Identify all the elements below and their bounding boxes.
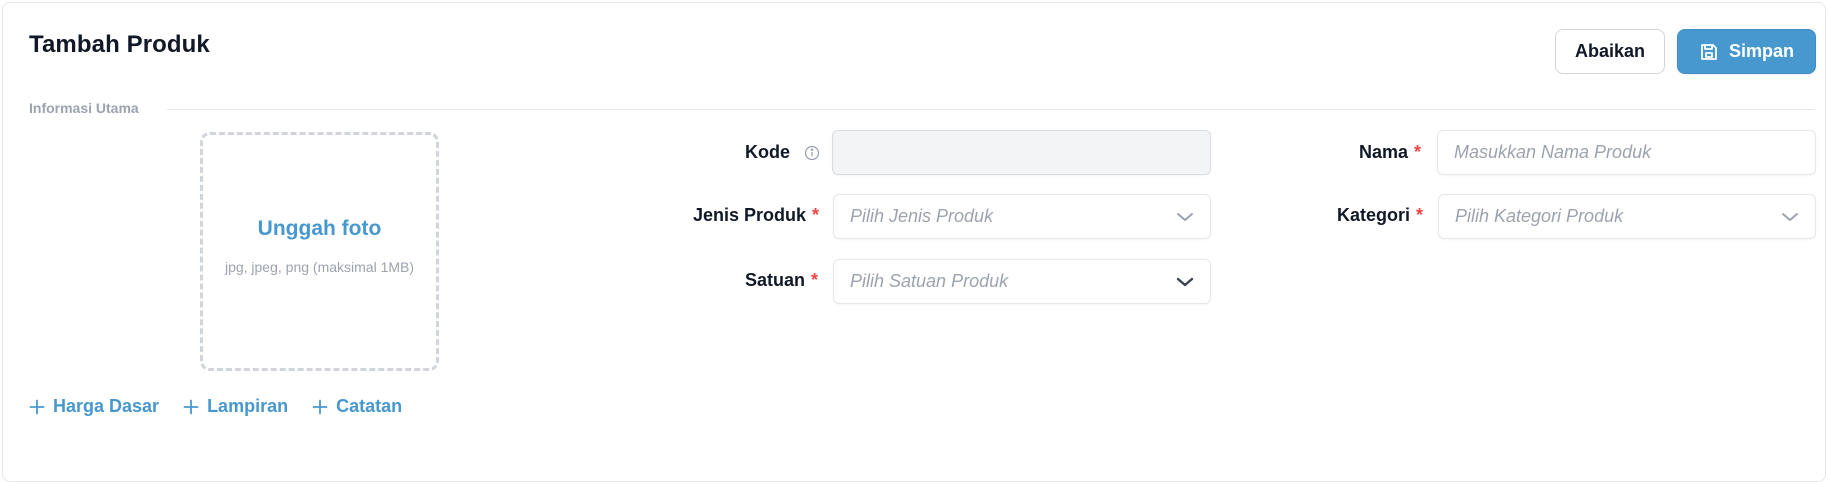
add-harga-dasar-label: Harga Dasar (53, 396, 160, 416)
satuan-placeholder: Pilih Satuan Produk (850, 271, 1009, 291)
save-button-label: Simpan (1728, 41, 1794, 61)
upload-title: Unggah foto (257, 216, 382, 240)
jenis-produk-select[interactable]: Pilih Jenis Produk (833, 194, 1211, 239)
chevron-down-icon (1176, 276, 1194, 288)
satuan-select[interactable]: Pilih Satuan Produk (833, 259, 1211, 304)
form-card: Tambah Produk Abaikan Simpan Informasi U… (2, 2, 1826, 482)
save-button[interactable]: Simpan (1677, 29, 1816, 74)
nama-input[interactable] (1437, 130, 1816, 175)
kode-input[interactable] (832, 130, 1211, 175)
jenis-produk-label-text: Jenis Produk (693, 205, 807, 225)
chevron-down-icon (1176, 211, 1194, 223)
floppy-disk-icon (1699, 42, 1719, 62)
jenis-produk-placeholder: Pilih Jenis Produk (850, 206, 994, 226)
add-lampiran-button[interactable]: Lampiran (183, 396, 288, 417)
required-mark: * (812, 205, 820, 225)
required-mark: * (1414, 142, 1422, 162)
cancel-button-label: Abaikan (1574, 41, 1646, 61)
kategori-label-text: Kategori (1337, 205, 1411, 225)
upload-hint: jpg, jpeg, png (maksimal 1MB) (224, 258, 415, 275)
jenis-produk-label: Jenis Produk * (693, 205, 819, 226)
add-lampiran-label: Lampiran (207, 396, 289, 416)
add-catatan-button[interactable]: Catatan (312, 396, 402, 417)
satuan-label-text: Satuan (745, 270, 806, 290)
kategori-label: Kategori * (1337, 205, 1423, 226)
photo-upload-dropzone[interactable]: Unggah foto jpg, jpeg, png (maksimal 1MB… (200, 132, 439, 371)
page-title: Tambah Produk (29, 31, 210, 58)
kode-label: Kode (745, 142, 820, 163)
info-circle-icon[interactable] (804, 145, 820, 161)
satuan-label: Satuan * (745, 270, 818, 291)
cancel-button[interactable]: Abaikan (1555, 29, 1665, 74)
kode-label-text: Kode (745, 142, 790, 162)
kategori-select[interactable]: Pilih Kategori Produk (1438, 194, 1816, 239)
add-catatan-label: Catatan (336, 396, 403, 416)
chevron-down-icon (1781, 211, 1799, 223)
add-links-row: Harga Dasar Lampiran Catatan (29, 396, 402, 417)
plus-icon (183, 399, 199, 415)
section-divider (167, 109, 1815, 110)
kategori-placeholder: Pilih Kategori Produk (1455, 206, 1624, 226)
required-mark: * (1416, 205, 1424, 225)
plus-icon (312, 399, 328, 415)
nama-label-text: Nama (1359, 142, 1409, 162)
plus-icon (29, 399, 45, 415)
add-harga-dasar-button[interactable]: Harga Dasar (29, 396, 159, 417)
nama-label: Nama * (1359, 142, 1421, 163)
required-mark: * (811, 270, 819, 290)
section-title: Informasi Utama (29, 100, 139, 116)
